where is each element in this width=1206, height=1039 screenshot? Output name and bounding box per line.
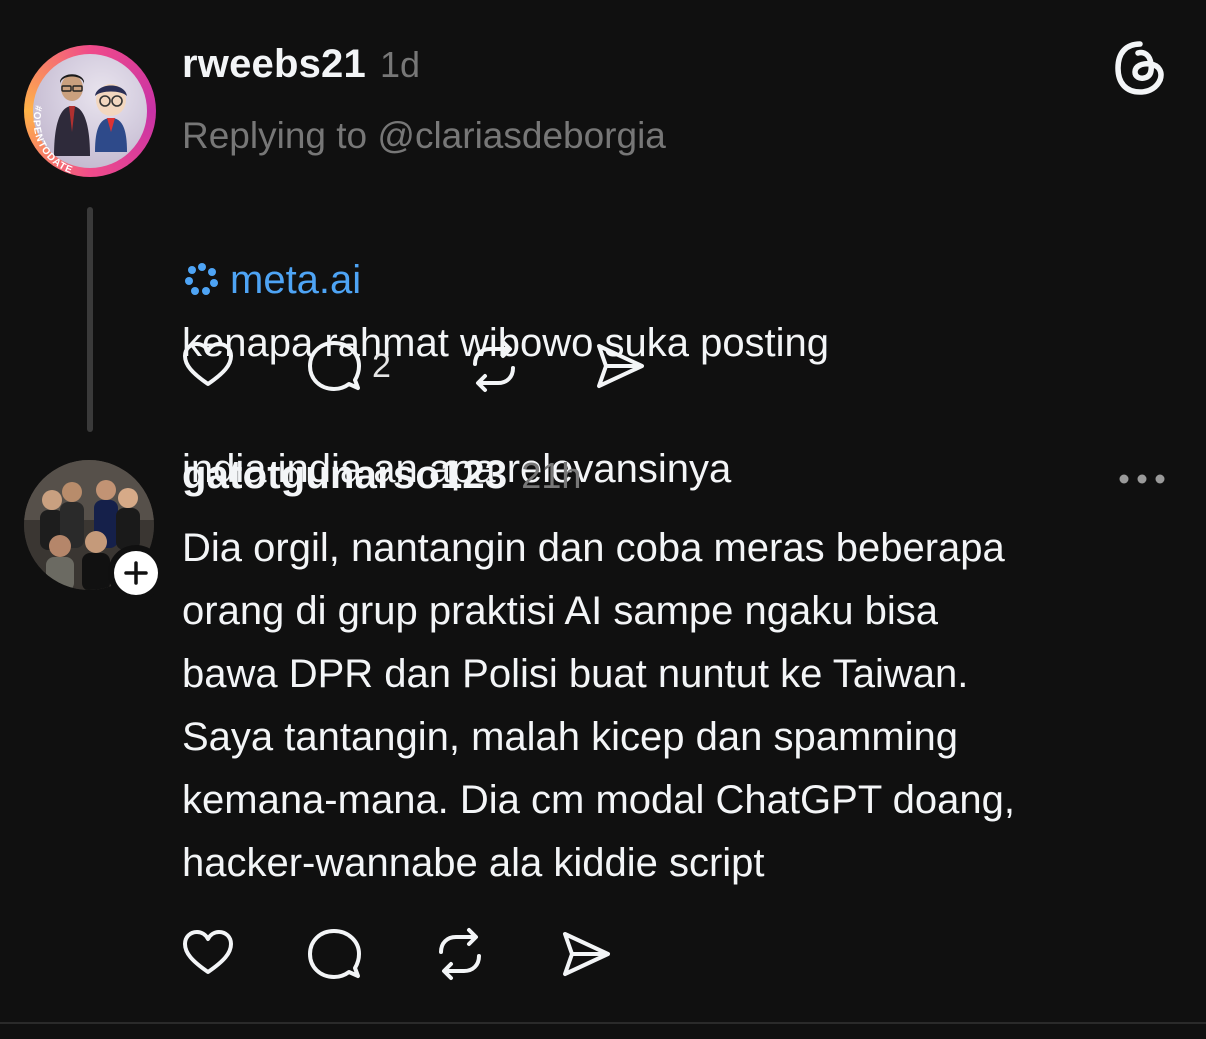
avatar-rweebs21[interactable]: #OPENTODATE — [24, 45, 156, 177]
post1-username[interactable]: rweebs21 — [182, 42, 366, 87]
post2-comment-button[interactable] — [306, 926, 432, 982]
post1-replying-to: Replying to @clariasdeborgia — [182, 115, 666, 156]
more-dots-icon[interactable] — [1116, 470, 1168, 488]
threads-logo-icon[interactable] — [1112, 40, 1168, 96]
post2-username[interactable]: gatotgunarso123 — [182, 453, 507, 498]
post1-like-button[interactable] — [180, 338, 306, 394]
follow-badge — [114, 551, 158, 595]
post1-repost-button[interactable] — [466, 338, 592, 394]
thread-connector-line — [87, 207, 93, 432]
post1-share-button[interactable] — [592, 338, 648, 394]
repost-icon — [439, 928, 481, 980]
post1-reply-count: 2 — [372, 346, 391, 385]
svg-text:#OPENTODATE: #OPENTODATE — [30, 104, 74, 176]
post2-share-button[interactable] — [558, 926, 614, 982]
repost-icon — [473, 340, 515, 392]
meta-ai-icon — [185, 263, 218, 295]
post2-body: Dia orgil, nantangin dan coba meras bebe… — [182, 526, 1015, 885]
post2-like-button[interactable] — [180, 926, 306, 982]
comment-bubble-icon — [308, 929, 361, 979]
post2-timestamp: 21h — [521, 455, 582, 496]
meta-ai-link[interactable]: meta.ai — [230, 258, 361, 302]
post2-repost-button[interactable] — [432, 926, 558, 982]
post2-header: gatotgunarso123 21h — [182, 453, 581, 498]
plus-icon — [124, 561, 148, 585]
send-icon — [597, 344, 644, 388]
send-icon — [563, 932, 610, 976]
threads-reply-view: #OPENTODATE rweebs21 1d Replying to @cla… — [0, 0, 1206, 1039]
post1-comment-button[interactable]: 2 — [306, 338, 466, 394]
heart-icon — [183, 930, 233, 974]
comment-bubble-icon — [308, 341, 361, 391]
follow-button[interactable] — [108, 545, 164, 601]
post2-actions — [180, 926, 614, 982]
post1-header: rweebs21 1d — [182, 42, 420, 87]
post1-timestamp: 1d — [379, 44, 420, 85]
post-divider — [0, 1022, 1206, 1024]
meta-ai-mention[interactable]: meta.ai — [182, 258, 361, 302]
avatar-badge-text: #OPENTODATE — [30, 104, 74, 176]
post1-actions: 2 — [180, 338, 648, 394]
heart-icon — [183, 342, 233, 386]
